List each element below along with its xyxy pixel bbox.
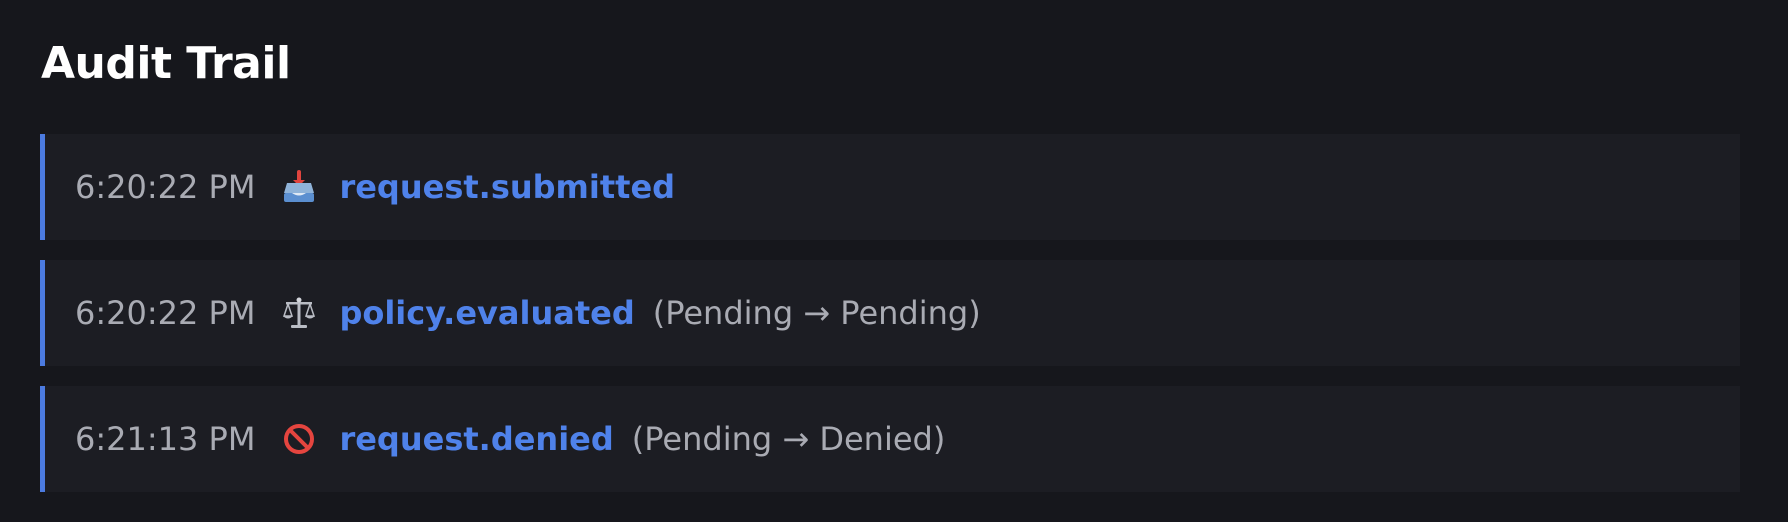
inbox-tray-icon bbox=[281, 169, 317, 205]
entry-transition: (Pending → Denied) bbox=[631, 420, 946, 458]
audit-trail-panel: Audit Trail 6:20:22 PM request.submitted… bbox=[0, 0, 1788, 522]
entry-time: 6:20:22 PM bbox=[75, 168, 256, 206]
audit-entry: 6:20:22 PM policy.evaluated (Pending → P… bbox=[40, 260, 1740, 366]
audit-entry: 6:21:13 PM request.denied (Pending → Den… bbox=[40, 386, 1740, 492]
entry-time: 6:21:13 PM bbox=[75, 420, 256, 458]
audit-entry-list: 6:20:22 PM request.submitted 6:20:22 PM bbox=[40, 134, 1740, 512]
prohibited-icon bbox=[281, 421, 317, 457]
entry-event: request.submitted bbox=[339, 168, 676, 206]
entry-event: policy.evaluated bbox=[339, 294, 635, 332]
entry-time: 6:20:22 PM bbox=[75, 294, 256, 332]
entry-event: request.denied bbox=[339, 420, 614, 458]
page-title: Audit Trail bbox=[41, 38, 291, 89]
balance-scale-icon bbox=[281, 295, 317, 331]
audit-entry: 6:20:22 PM request.submitted bbox=[40, 134, 1740, 240]
entry-transition: (Pending → Pending) bbox=[652, 294, 981, 332]
